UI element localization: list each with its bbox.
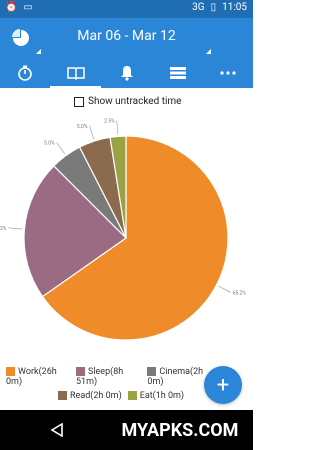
sim-icon: ▭: [23, 2, 33, 13]
legend-swatch: [76, 367, 85, 377]
pie-label-line: [56, 142, 66, 155]
left-dropdown-corner: [36, 44, 41, 54]
tab-bar: [0, 58, 253, 88]
chart-legend: Work(26h 0m) Sleep(8h 51m) Cinema(2h 0m)…: [6, 367, 216, 405]
legend-item-work: Work(26h 0m): [6, 367, 57, 387]
watermark: MYAPKS.COM: [110, 414, 250, 446]
legend-item-read: Read(2h 0m): [58, 391, 122, 401]
status-left: ⏰ ▭: [5, 2, 33, 13]
pie-percent-label: 5.0%: [77, 124, 88, 130]
back-icon[interactable]: [50, 423, 64, 437]
pie-percent-label: 22.2%: [0, 226, 7, 232]
tab-stopwatch[interactable]: [0, 58, 50, 88]
book-icon: [66, 67, 85, 80]
pie-chart: 65.2% 22.2% 5.0% 5.0% 2.5%: [0, 118, 247, 341]
plus-icon: +: [216, 372, 230, 398]
right-dropdown-corner: [206, 44, 211, 54]
more-icon: [220, 71, 236, 75]
legend-swatch: [127, 391, 137, 401]
chart-area: Show untracked time 65.2%22.2%5.0%5.0%2.…: [0, 88, 253, 410]
pie-label-line: [89, 125, 95, 140]
legend-item-eat: Eat(1h 0m): [127, 391, 184, 401]
alarm-icon: ⏰: [5, 2, 18, 13]
stopwatch-icon: [18, 65, 32, 81]
legend-row-2: Read(2h 0m) Eat(1h 0m): [6, 391, 216, 401]
list-icon: [169, 67, 186, 79]
pie-percent-label: 5.0%: [44, 141, 55, 147]
legend-swatch: [58, 391, 67, 401]
pie-percent-label: 2.5%: [104, 118, 115, 124]
date-range[interactable]: Mar 06 - Mar 12: [0, 28, 253, 44]
tab-more[interactable]: [203, 58, 253, 88]
add-button[interactable]: +: [204, 366, 242, 404]
pie-percent-label: 65.2%: [233, 290, 247, 296]
time: 11:05: [222, 2, 247, 13]
pie-label-line: [218, 285, 231, 293]
legend-item-sleep: Sleep(8h 51m): [76, 367, 124, 387]
tab-bell[interactable]: [101, 58, 152, 88]
pie-label-line: [116, 120, 119, 135]
pie-label-line: [8, 227, 23, 230]
network-type: 3G: [192, 2, 205, 13]
app-bar: Mar 06 - Mar 12: [0, 18, 253, 58]
legend-swatch: [147, 367, 157, 377]
battery-icon: ▯: [210, 2, 217, 13]
legend-swatch: [6, 367, 15, 377]
bell-icon: [120, 66, 133, 81]
status-right: 3G ▯ 11:05: [192, 2, 247, 13]
legend-row-1: Work(26h 0m) Sleep(8h 51m) Cinema(2h 0m): [6, 367, 216, 387]
tab-book[interactable]: [50, 58, 101, 88]
status-bar: ⏰ ▭ 3G ▯ 11:05: [0, 0, 253, 18]
tab-list[interactable]: [152, 58, 203, 88]
